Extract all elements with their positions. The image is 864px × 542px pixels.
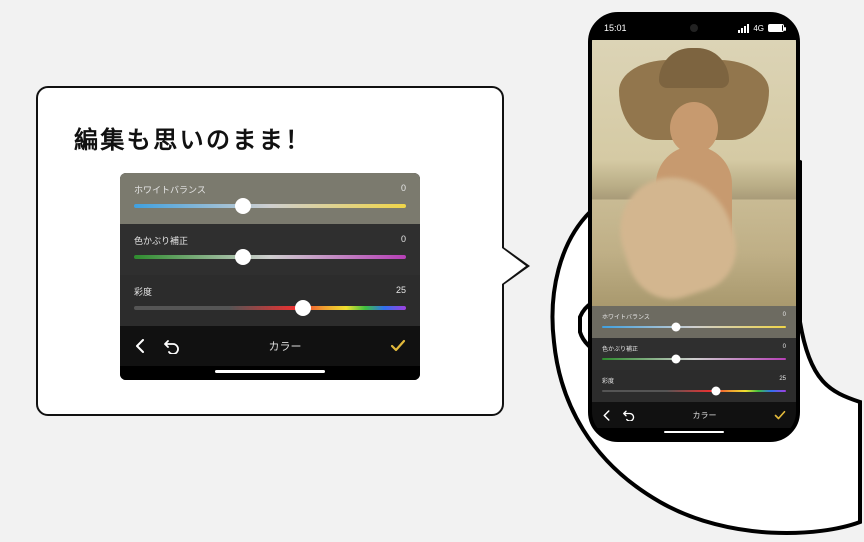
home-indicator (120, 366, 420, 380)
status-time: 15:01 (604, 23, 627, 33)
slider-row-white-balance: ホワイトバランス 0 (120, 173, 420, 224)
saturation-slider[interactable] (602, 390, 786, 392)
slider-thumb[interactable] (671, 355, 680, 364)
slider-row-saturation: 彩度 25 (592, 370, 796, 402)
photo-preview[interactable] (592, 40, 796, 306)
color-editor-panel-mini: ホワイトバランス 0 色かぶり補正 0 彩度 25 (592, 306, 796, 438)
white-balance-slider[interactable] (134, 204, 406, 208)
confirm-icon[interactable] (390, 339, 406, 353)
tint-slider[interactable] (134, 255, 406, 259)
slider-label: ホワイトバランス (134, 183, 206, 196)
slider-label: 色かぶり補正 (602, 344, 638, 353)
slider-row-tint: 色かぶり補正 0 (592, 338, 796, 370)
slider-value: 0 (401, 234, 406, 247)
home-indicator (592, 428, 796, 438)
slider-thumb[interactable] (235, 198, 251, 214)
tint-slider[interactable] (602, 358, 786, 360)
white-balance-slider[interactable] (602, 326, 786, 328)
confirm-icon[interactable] (774, 410, 786, 421)
back-icon[interactable] (602, 410, 611, 421)
editor-bottom-bar: カラー (592, 402, 796, 428)
phone-in-hand: 15:01 4G ホワイトバランス 0 (560, 12, 860, 522)
slider-value: 0 (783, 312, 786, 321)
slider-row-tint: 色かぶり補正 0 (120, 224, 420, 275)
back-icon[interactable] (134, 339, 146, 353)
slider-value: 25 (779, 376, 786, 385)
editor-bottom-bar: カラー (120, 326, 420, 366)
slider-row-white-balance: ホワイトバランス 0 (592, 306, 796, 338)
phone-frame: 15:01 4G ホワイトバランス 0 (588, 12, 800, 442)
slider-thumb[interactable] (712, 387, 721, 396)
slider-thumb[interactable] (295, 300, 311, 316)
slider-label: 色かぶり補正 (134, 234, 188, 247)
slider-label: ホワイトバランス (602, 312, 650, 321)
undo-icon[interactable] (164, 338, 180, 354)
editor-tab-title: カラー (269, 338, 302, 354)
callout-bubble: 編集も思いのまま！ ホワイトバランス 0 色かぶり補正 0 彩度 25 (36, 86, 504, 416)
slider-label: 彩度 (602, 376, 614, 385)
saturation-slider[interactable] (134, 306, 406, 310)
editor-tab-title: カラー (693, 410, 717, 421)
undo-icon[interactable] (623, 409, 635, 421)
callout-headline: 編集も思いのまま！ (74, 120, 466, 155)
color-editor-panel: ホワイトバランス 0 色かぶり補正 0 彩度 25 (120, 173, 420, 380)
slider-value: 0 (401, 183, 406, 196)
slider-thumb[interactable] (671, 323, 680, 332)
battery-icon (768, 24, 784, 32)
slider-label: 彩度 (134, 285, 152, 298)
signal-icon (738, 24, 749, 33)
slider-value: 0 (783, 344, 786, 353)
slider-thumb[interactable] (235, 249, 251, 265)
slider-row-saturation: 彩度 25 (120, 275, 420, 326)
slider-value: 25 (396, 285, 406, 298)
status-network: 4G (753, 24, 764, 33)
status-bar: 15:01 4G (592, 16, 796, 40)
